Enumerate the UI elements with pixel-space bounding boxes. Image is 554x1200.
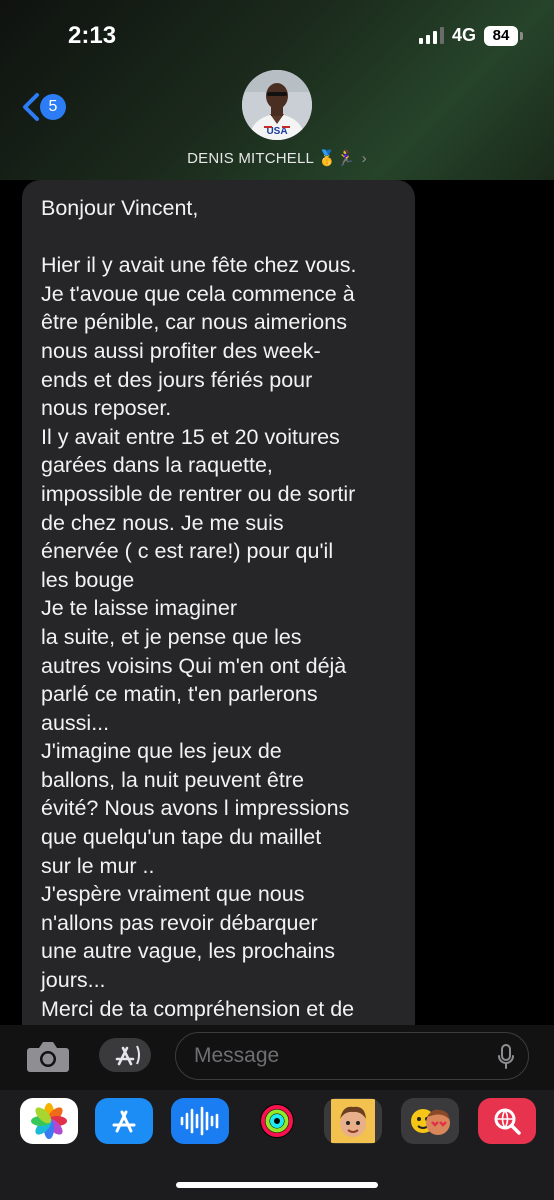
app-store-button[interactable] (99, 1038, 151, 1072)
activity-app[interactable] (248, 1098, 306, 1144)
contact-name: DENIS MITCHELL 🥇🏃‍♀️ (187, 150, 356, 167)
web-search-icon (494, 1108, 521, 1135)
web-search-app[interactable] (478, 1098, 536, 1144)
home-indicator[interactable] (176, 1182, 378, 1188)
camera-button[interactable] (26, 1039, 70, 1078)
composer-bar: Message (0, 1025, 554, 1090)
app-store-icon (115, 1045, 140, 1066)
network-type: 4G (451, 25, 476, 45)
contact-name-row[interactable]: DENIS MITCHELL 🥇🏃‍♀️ › (0, 149, 554, 167)
audio-message-icon (180, 1106, 219, 1136)
microphone-icon[interactable] (497, 1043, 515, 1071)
app-store-app[interactable] (95, 1098, 153, 1144)
memoji-icon (331, 1099, 375, 1143)
back-button[interactable]: 5 (20, 92, 66, 122)
memoji-app[interactable] (324, 1098, 382, 1144)
battery-icon: 84 (484, 25, 523, 46)
message-thread[interactable]: Bonjour Vincent, Hier il y avait une fêt… (0, 180, 554, 1025)
unread-count-badge: 5 (40, 94, 66, 120)
incoming-message-bubble[interactable]: Bonjour Vincent, Hier il y avait une fêt… (22, 180, 415, 1025)
camera-icon (27, 1042, 69, 1072)
photos-app[interactable] (20, 1098, 78, 1144)
memoji-sticker-app[interactable] (401, 1098, 459, 1144)
chevron-left-icon (23, 93, 39, 121)
status-indicators: 4G 84 (418, 25, 523, 46)
audio-message-app[interactable] (171, 1098, 229, 1144)
status-time: 2:13 (68, 22, 117, 49)
chevron-right-icon: › (361, 150, 367, 167)
signal-icon (418, 27, 444, 44)
app-store-icon (112, 1110, 136, 1133)
message-placeholder: Message (194, 1044, 280, 1067)
contact-photo: USA (242, 70, 312, 140)
activity-icon (260, 1104, 294, 1138)
conversation-header: 2:13 4G 84 5 USA DENIS MITCHELL 🥇🏃‍♀️ › (0, 0, 554, 180)
message-input[interactable]: Message (175, 1032, 529, 1080)
contact-avatar[interactable]: USA (242, 70, 312, 140)
photos-icon (31, 1103, 67, 1139)
message-text: Bonjour Vincent, Hier il y avait une fêt… (41, 196, 357, 1021)
memoji-sticker-icon (411, 1109, 450, 1135)
